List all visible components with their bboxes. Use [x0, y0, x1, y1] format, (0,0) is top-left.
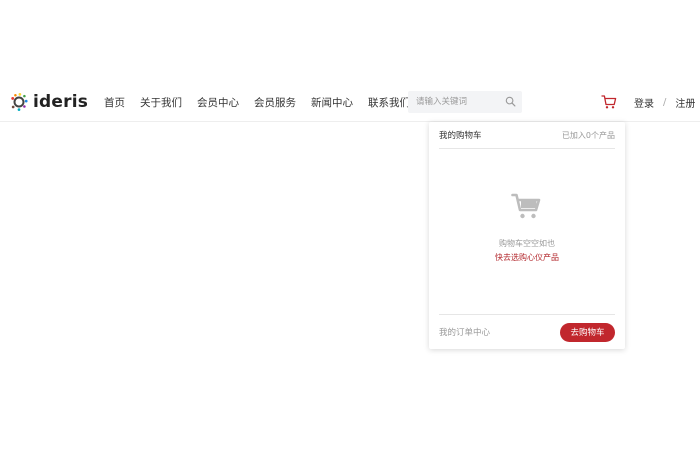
go-shopping-link[interactable]: 快去选购心仪产品: [429, 252, 625, 263]
cart-dropdown-panel: 我的购物车 已加入0个产品 购物车空空如也 快去选购心仪产品 我的订单中心 去购…: [429, 122, 625, 349]
brand-logo[interactable]: ideris: [10, 90, 88, 114]
nav-item-news[interactable]: 新闻中心: [311, 95, 353, 110]
search-box: [408, 91, 522, 113]
nav-item-about[interactable]: 关于我们: [140, 95, 182, 110]
my-orders-link[interactable]: 我的订单中心: [439, 326, 490, 338]
shopping-cart-icon[interactable]: [601, 94, 617, 110]
site-header: ideris 首页 关于我们 会员中心 会员服务 新闻中心 联系我们 登录 / …: [0, 82, 700, 122]
login-link[interactable]: 登录: [634, 95, 654, 110]
auth-separator: /: [663, 96, 667, 108]
cart-item-count: 已加入0个产品: [561, 130, 615, 140]
cart-panel-footer: 我的订单中心 去购物车: [439, 314, 615, 349]
nav-item-member-services[interactable]: 会员服务: [254, 95, 296, 110]
register-link[interactable]: 注册: [675, 95, 695, 110]
search-icon[interactable]: [505, 96, 516, 107]
main-nav: 首页 关于我们 会员中心 会员服务 新闻中心 联系我们: [104, 82, 425, 122]
cart-panel-header: 我的购物车 已加入0个产品: [439, 122, 615, 149]
ideris-logo-icon: [11, 93, 28, 111]
auth-links: 登录 / 注册: [634, 82, 695, 122]
nav-item-home[interactable]: 首页: [104, 95, 125, 110]
search-input[interactable]: [408, 91, 502, 113]
go-to-cart-button[interactable]: 去购物车: [560, 322, 615, 342]
nav-item-contact[interactable]: 联系我们: [368, 95, 410, 110]
empty-cart-message: 购物车空空如也: [499, 239, 555, 248]
brand-name: ideris: [33, 92, 89, 112]
cart-panel-title: 我的购物车: [439, 131, 482, 141]
empty-cart-icon: [511, 193, 541, 219]
nav-item-member-center[interactable]: 会员中心: [197, 95, 239, 110]
